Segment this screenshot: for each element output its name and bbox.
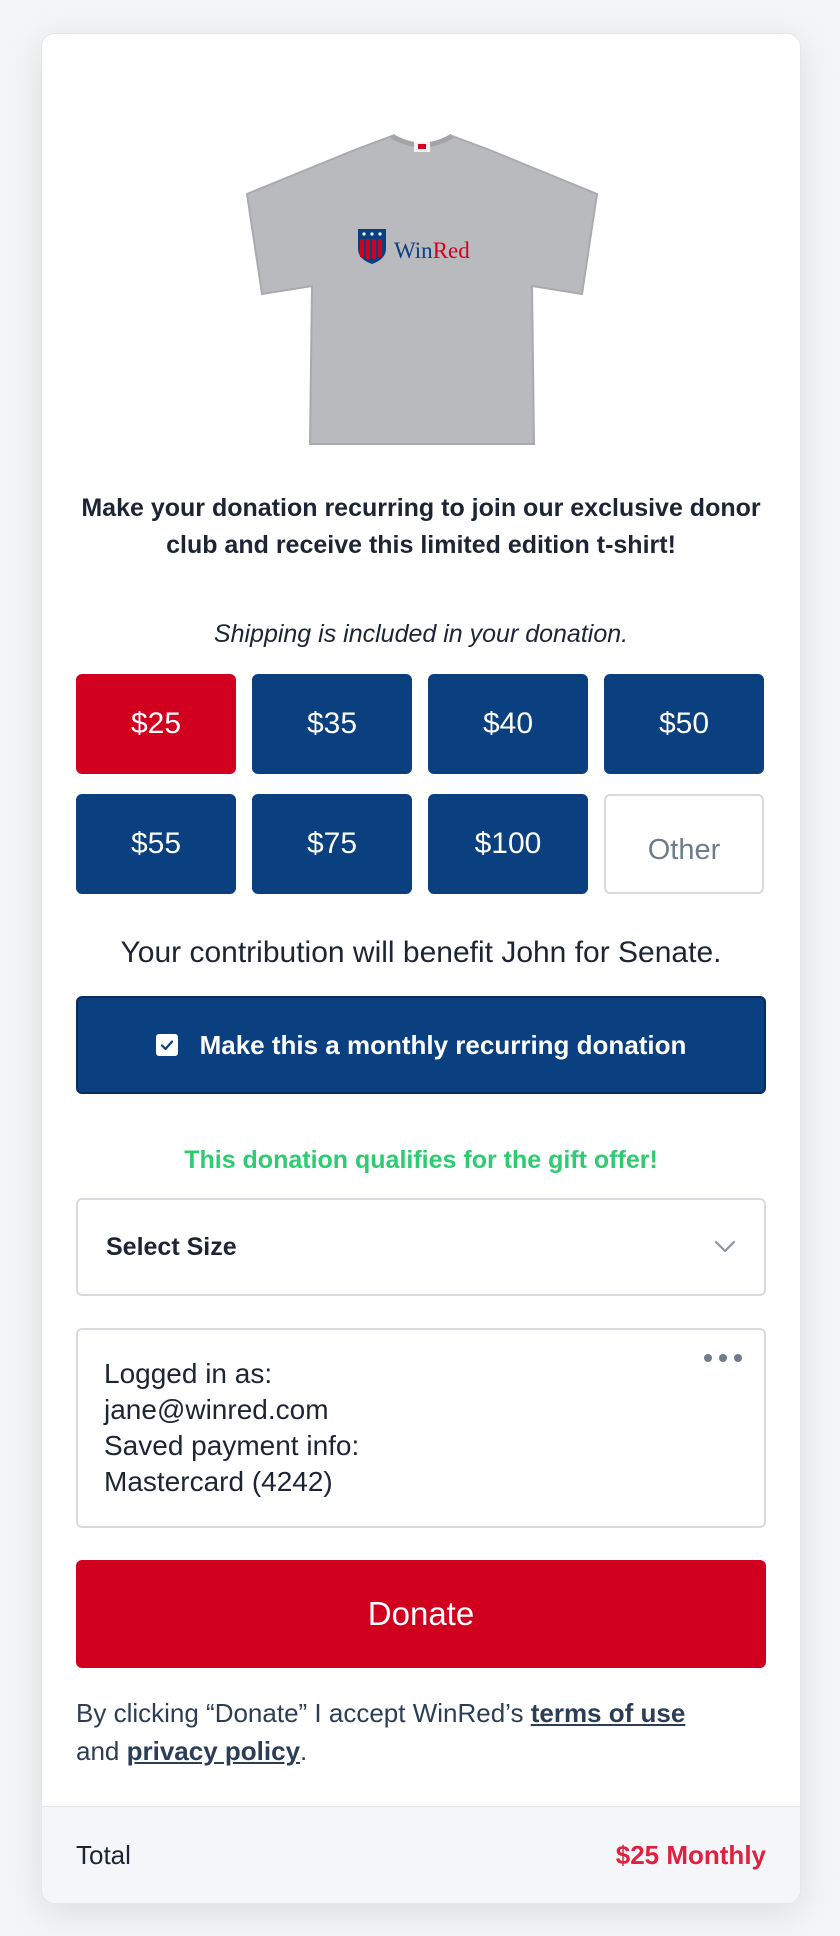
amount-button-55[interactable]: $55 <box>76 794 236 894</box>
checkbox[interactable] <box>155 1034 178 1056</box>
promo-text: Make your donation recurring to join our… <box>76 490 766 564</box>
total-amount: $25 Monthly <box>615 1839 766 1870</box>
gift-qualifies-message: This donation qualifies for the gift off… <box>184 1146 658 1174</box>
benefit-text: Your contribution will benefit John for … <box>120 936 722 969</box>
other-amount-input[interactable]: Other <box>604 794 764 894</box>
total-bar: Total $25 Monthly <box>42 1806 800 1903</box>
account-payment-panel: Logged in as: jane@winred.com Saved paym… <box>76 1328 766 1528</box>
shipping-note: Shipping is included in your donation. <box>213 620 629 648</box>
terms-and: and <box>76 1736 127 1766</box>
terms-text: By clicking “Donate” I accept WinRed’s t… <box>76 1694 766 1770</box>
amount-button-100[interactable]: $100 <box>428 794 588 894</box>
size-select[interactable]: Select Size <box>76 1198 766 1296</box>
amount-button-50[interactable]: $50 <box>604 674 764 774</box>
donate-button[interactable]: Donate <box>76 1560 766 1668</box>
more-options-icon[interactable] <box>704 1354 742 1362</box>
amount-button-75[interactable]: $75 <box>252 794 412 894</box>
account-email: jane@winred.com <box>104 1394 329 1425</box>
terms-of-use-link[interactable]: terms of use <box>531 1698 686 1728</box>
chevron-down-icon <box>714 1240 736 1253</box>
amount-button-40[interactable]: $40 <box>428 674 588 774</box>
amount-button-25[interactable]: $25 <box>76 674 236 774</box>
logged-in-label: Logged in as: <box>104 1358 273 1389</box>
svg-text:WinRed: WinRed <box>394 238 470 263</box>
amount-button-35[interactable]: $35 <box>252 674 412 774</box>
amount-grid: $25 $35 $40 $50 $55 $75 $100 Other <box>76 674 766 894</box>
terms-prefix: By clicking “Donate” I accept WinRed’s <box>76 1698 531 1728</box>
privacy-policy-link[interactable]: privacy policy <box>127 1736 300 1766</box>
check-icon <box>160 1040 173 1051</box>
tshirt-image: WinRed <box>245 133 599 445</box>
recurring-label: Make this a monthly recurring donation <box>199 1029 687 1060</box>
promo-line-2: club and receive this limited edition t-… <box>166 531 676 559</box>
size-select-label: Select Size <box>106 1232 237 1261</box>
terms-suffix: . <box>300 1736 308 1766</box>
donation-card: WinRed Make your donation recurring to j… <box>41 33 801 1904</box>
saved-payment-label: Saved payment info: <box>104 1430 360 1461</box>
saved-card: Mastercard (4242) <box>104 1466 333 1497</box>
total-label: Total <box>76 1839 131 1870</box>
promo-line-1: Make your donation recurring to join our… <box>81 494 761 522</box>
monthly-recurring-toggle[interactable]: Make this a monthly recurring donation <box>76 996 766 1094</box>
